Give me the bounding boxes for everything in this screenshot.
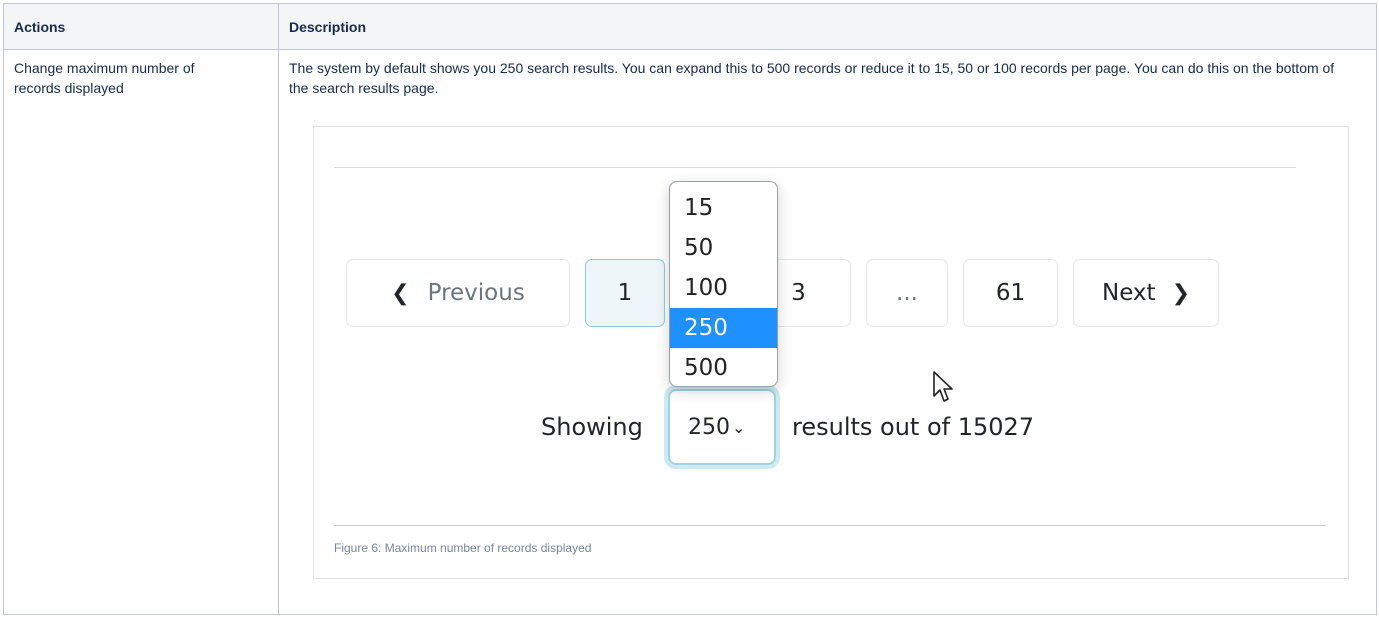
chevron-down-icon: ⌄ [732, 417, 746, 437]
next-label: Next [1101, 280, 1156, 306]
mouse-pointer-icon [933, 371, 953, 402]
action-cell: Change maximum number of records display… [3, 49, 279, 615]
divider [334, 167, 1296, 168]
showing-label: Showing [541, 413, 643, 441]
next-page-button[interactable]: Next ❯ [1073, 259, 1219, 327]
previous-label: Previous [427, 280, 525, 306]
page-button-61[interactable]: 61 [963, 259, 1058, 327]
column-header-actions: Actions [3, 3, 279, 50]
description-text: The system by default shows you 250 sear… [289, 60, 1335, 96]
option-250[interactable]: 250 [670, 308, 777, 348]
caption-divider [334, 525, 1326, 526]
selected-value: 250 [688, 414, 730, 440]
results-per-page-row: Showing 250 ⌄ results out of 15027 [314, 389, 1348, 465]
results-per-page-select[interactable]: 250 ⌄ [668, 389, 776, 465]
page-button-1[interactable]: 1 [585, 259, 665, 327]
previous-page-button[interactable]: ❮ Previous [346, 259, 570, 327]
chevron-right-icon: ❯ [1171, 280, 1191, 306]
figure-caption: Figure 6: Maximum number of records disp… [334, 541, 592, 555]
table-header-row: Actions Description [3, 3, 1377, 50]
option-50[interactable]: 50 [670, 228, 777, 268]
results-per-page-dropdown: 15 50 100 250 500 [669, 181, 778, 387]
results-count-label: results out of 15027 [792, 413, 1035, 441]
option-15[interactable]: 15 [670, 188, 777, 228]
figure-screenshot: ❮ Previous 1 3 ... 61 Next ❯ Showing 250… [313, 126, 1349, 579]
page-ellipsis: ... [866, 259, 948, 327]
column-header-description: Description [278, 3, 1377, 50]
action-text: Change maximum number of records display… [14, 60, 195, 96]
option-100[interactable]: 100 [670, 268, 777, 308]
chevron-left-icon: ❮ [391, 280, 410, 306]
option-500[interactable]: 500 [670, 348, 777, 386]
